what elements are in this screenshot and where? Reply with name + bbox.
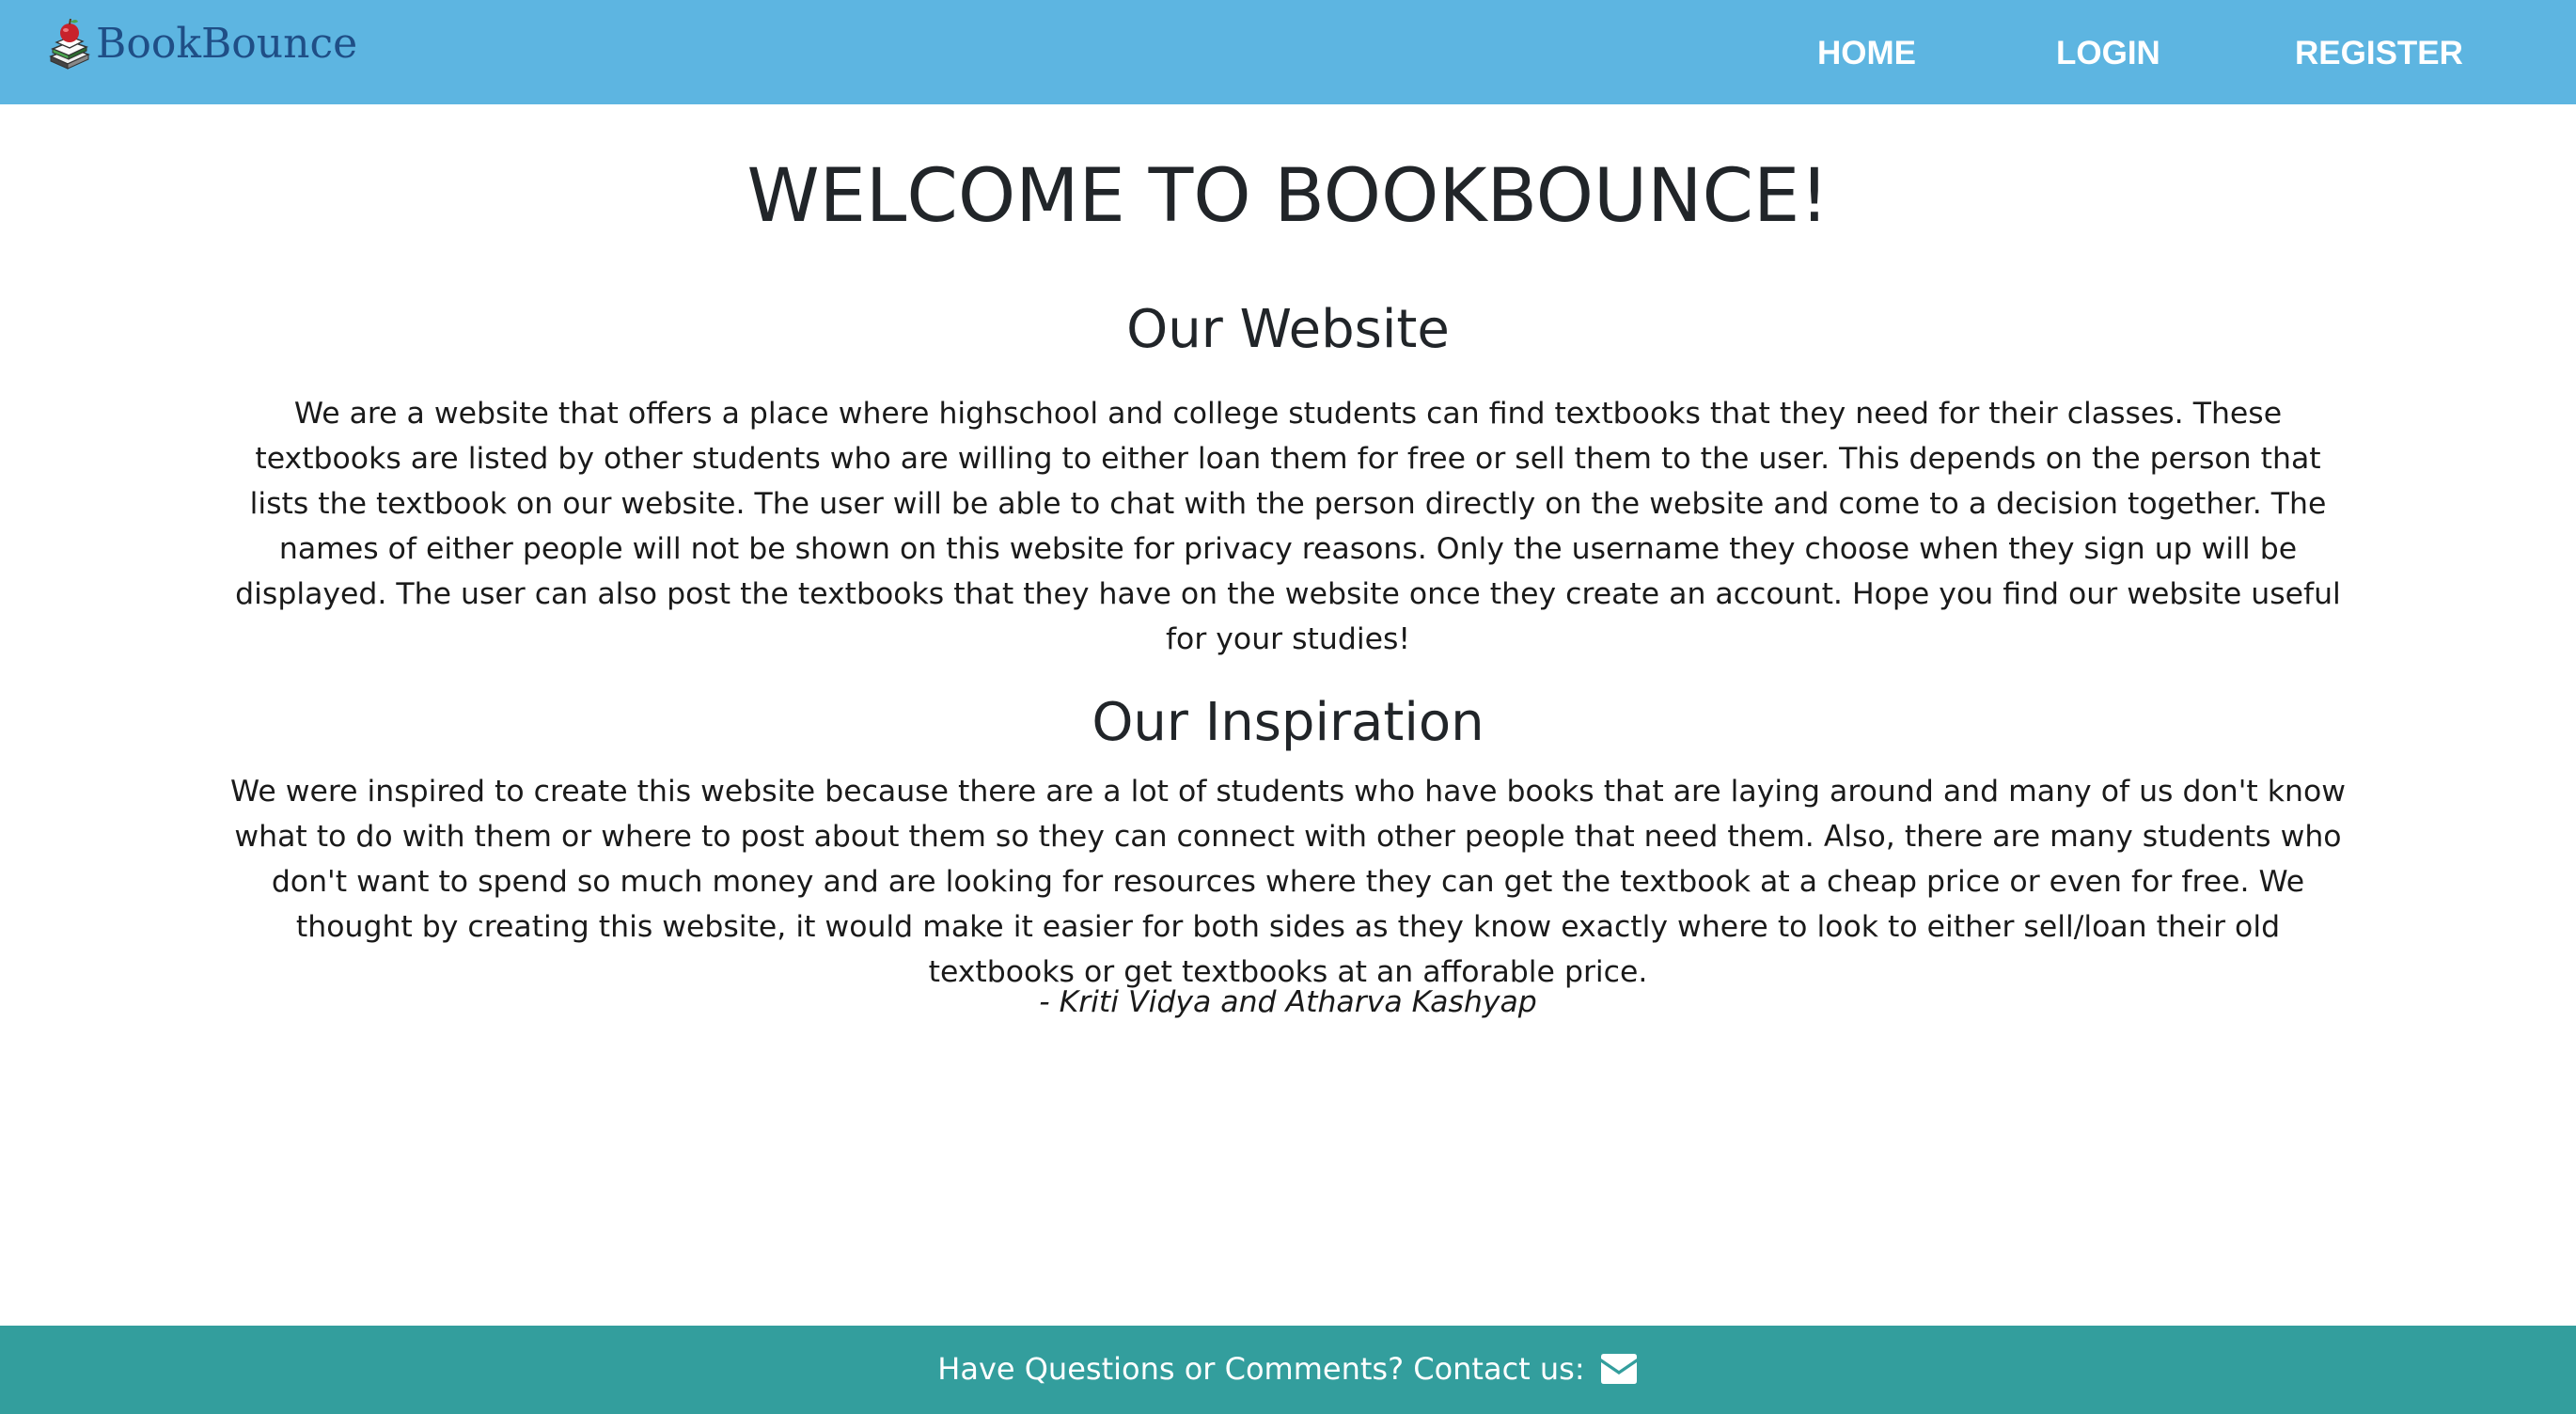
nav-register-link[interactable]: REGISTER xyxy=(2295,0,2463,104)
book-stack-apple-icon xyxy=(49,18,90,70)
authors-signature: - Kriti Vidya and Atharva Kashyap xyxy=(1039,985,1537,1019)
brand-logo-link[interactable]: BookBounce xyxy=(45,13,357,73)
our-website-heading: Our Website xyxy=(1126,299,1450,360)
nav-home-link[interactable]: HOME xyxy=(1817,0,1916,104)
our-inspiration-text: We were inspired to create this website … xyxy=(230,775,2346,989)
contact-prompt: Have Questions or Comments? Contact us: xyxy=(937,1351,1585,1387)
our-inspiration-heading: Our Inspiration xyxy=(1092,692,1484,753)
page-title: WELCOME TO BOOKBOUNCE! xyxy=(746,154,1830,239)
our-website-text: We are a website that offers a place whe… xyxy=(235,397,2341,656)
brand-name: BookBounce xyxy=(96,19,358,68)
navbar: BookBounce HOME LOGIN REGISTER xyxy=(0,0,2576,104)
nav-login-link[interactable]: LOGIN xyxy=(2056,0,2160,104)
footer: Have Questions or Comments? Contact us: xyxy=(0,1326,2576,1414)
envelope-icon[interactable] xyxy=(1599,1354,1639,1384)
